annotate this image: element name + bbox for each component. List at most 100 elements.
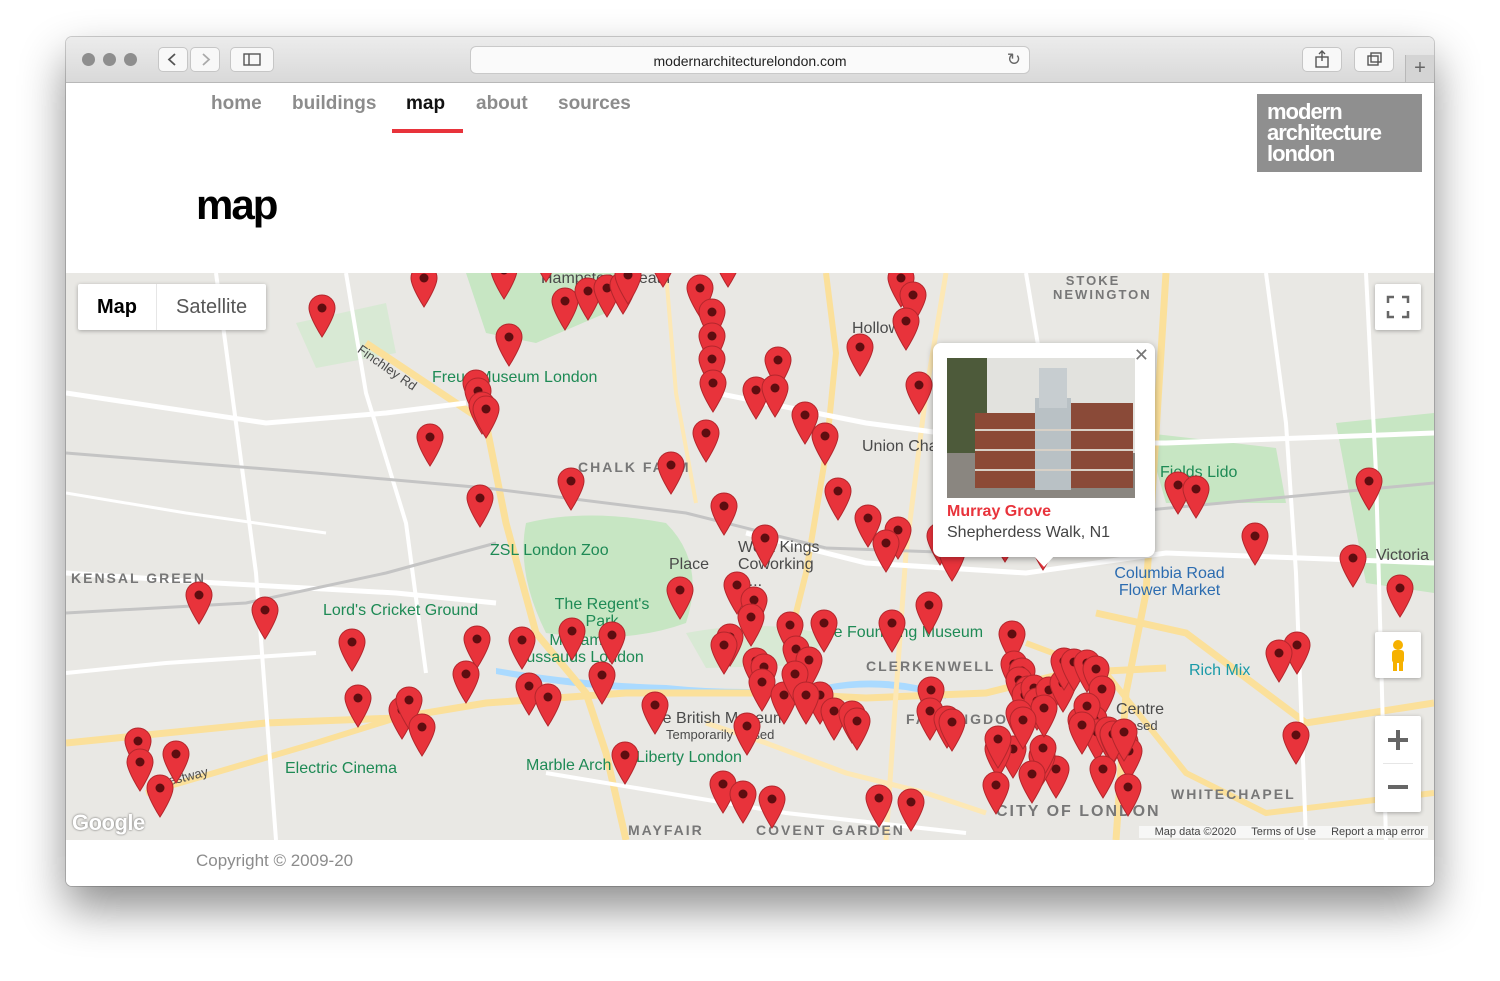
map-type-map-button[interactable]: Map (78, 284, 157, 330)
map-marker[interactable] (865, 784, 893, 828)
map-marker[interactable] (824, 477, 852, 521)
terms-of-use-link[interactable]: Terms of Use (1251, 826, 1316, 838)
nav-about[interactable]: about (476, 93, 528, 115)
sidebar-toggle-button[interactable] (230, 47, 274, 72)
map-marker[interactable] (338, 628, 366, 672)
map-marker[interactable] (452, 660, 480, 704)
map-marker[interactable] (598, 621, 626, 665)
map-marker[interactable] (846, 333, 874, 377)
map-marker[interactable] (534, 683, 562, 727)
building-photo[interactable] (947, 358, 1135, 498)
map-marker[interactable] (1282, 721, 1310, 765)
map-marker[interactable] (557, 467, 585, 511)
map-marker[interactable] (729, 780, 757, 824)
map-marker[interactable] (761, 374, 789, 418)
map-marker[interactable] (1355, 467, 1383, 511)
map-marker[interactable] (185, 581, 213, 625)
back-button[interactable] (158, 47, 188, 72)
nav-map[interactable]: map (406, 93, 445, 115)
share-button[interactable] (1302, 47, 1342, 72)
map-marker[interactable] (714, 273, 742, 288)
close-icon[interactable]: ✕ (1134, 345, 1149, 366)
map-marker[interactable] (897, 788, 925, 832)
map-marker[interactable] (692, 419, 720, 463)
close-window-button[interactable] (82, 53, 95, 66)
map-marker[interactable] (751, 524, 779, 568)
map-marker[interactable] (416, 423, 444, 467)
map-marker[interactable] (614, 273, 642, 305)
address-bar[interactable]: modernarchitecturelondon.com ↻ (470, 46, 1030, 74)
map-marker[interactable] (410, 273, 438, 308)
minimize-window-button[interactable] (103, 53, 116, 66)
map-marker[interactable] (495, 323, 523, 367)
map-marker[interactable] (984, 725, 1012, 769)
new-tab-button[interactable]: + (1405, 55, 1434, 82)
nav-sources[interactable]: sources (558, 93, 631, 115)
map-marker[interactable] (1241, 522, 1269, 566)
zoom-out-button[interactable] (1375, 764, 1421, 811)
forward-button[interactable] (190, 47, 220, 72)
fullscreen-button[interactable] (1375, 284, 1421, 330)
zoom-in-button[interactable] (1375, 716, 1421, 763)
map-marker[interactable] (508, 626, 536, 670)
map-marker[interactable] (1386, 574, 1414, 618)
google-map[interactable]: Map Satellite Hampstead Heath Freud Muse… (66, 273, 1434, 840)
street-view-pegman-button[interactable] (1375, 632, 1421, 678)
map-marker[interactable] (308, 294, 336, 338)
map-marker[interactable] (251, 596, 279, 640)
map-marker[interactable] (892, 307, 920, 351)
site-logo[interactable]: modern architecture london (1257, 94, 1422, 172)
url-text: modernarchitecturelondon.com (653, 53, 847, 69)
infowindow-building-name[interactable]: Murray Grove (947, 503, 1051, 521)
map-marker[interactable] (733, 712, 761, 756)
map-label: ZSL London Zoo (490, 542, 609, 559)
map-marker[interactable] (1339, 544, 1367, 588)
map-marker[interactable] (472, 395, 500, 439)
map-marker[interactable] (758, 785, 786, 829)
zoom-window-button[interactable] (124, 53, 137, 66)
google-logo[interactable]: Google (72, 810, 145, 836)
map-label: Place (669, 556, 710, 573)
reload-icon[interactable]: ↻ (1007, 50, 1021, 70)
map-marker[interactable] (982, 771, 1010, 815)
map-marker[interactable] (905, 371, 933, 415)
map-marker[interactable] (878, 609, 906, 653)
map-marker[interactable] (1182, 475, 1210, 519)
map-marker[interactable] (1068, 711, 1096, 755)
map-marker[interactable] (1114, 773, 1142, 817)
nav-home[interactable]: home (211, 93, 262, 115)
map-marker[interactable] (588, 661, 616, 705)
infowindow-address: Shepherdess Walk, N1 (947, 524, 1111, 541)
map-marker[interactable] (146, 774, 174, 818)
map-marker[interactable] (611, 741, 639, 785)
nav-buildings[interactable]: buildings (292, 93, 376, 115)
map-marker[interactable] (843, 707, 871, 751)
map-marker[interactable] (710, 631, 738, 675)
map-label: Columbia Road Flower Market (1114, 565, 1225, 599)
chevron-left-icon (167, 53, 176, 66)
tab-overview-button[interactable] (1354, 47, 1394, 72)
map-type-satellite-button[interactable]: Satellite (157, 284, 266, 330)
map-marker[interactable] (408, 713, 436, 757)
map-marker[interactable] (1009, 706, 1037, 750)
map-marker[interactable] (1089, 755, 1117, 799)
map-marker[interactable] (466, 484, 494, 528)
map-marker[interactable] (649, 273, 677, 288)
map-marker[interactable] (657, 451, 685, 495)
map-marker[interactable] (344, 684, 372, 728)
map-label: Marble Arch (526, 757, 612, 774)
report-map-error-link[interactable]: Report a map error (1331, 826, 1424, 838)
map-marker[interactable] (710, 492, 738, 536)
map-marker[interactable] (532, 273, 560, 283)
map-marker[interactable] (666, 576, 694, 620)
map-marker[interactable] (872, 529, 900, 573)
map-marker[interactable] (811, 422, 839, 466)
map-marker[interactable] (915, 591, 943, 635)
map-marker[interactable] (641, 691, 669, 735)
map-marker[interactable] (699, 369, 727, 413)
map-marker[interactable] (1265, 639, 1293, 683)
map-marker[interactable] (558, 617, 586, 661)
map-marker[interactable] (792, 681, 820, 725)
map-marker[interactable] (490, 273, 518, 300)
map-marker[interactable] (938, 708, 966, 752)
